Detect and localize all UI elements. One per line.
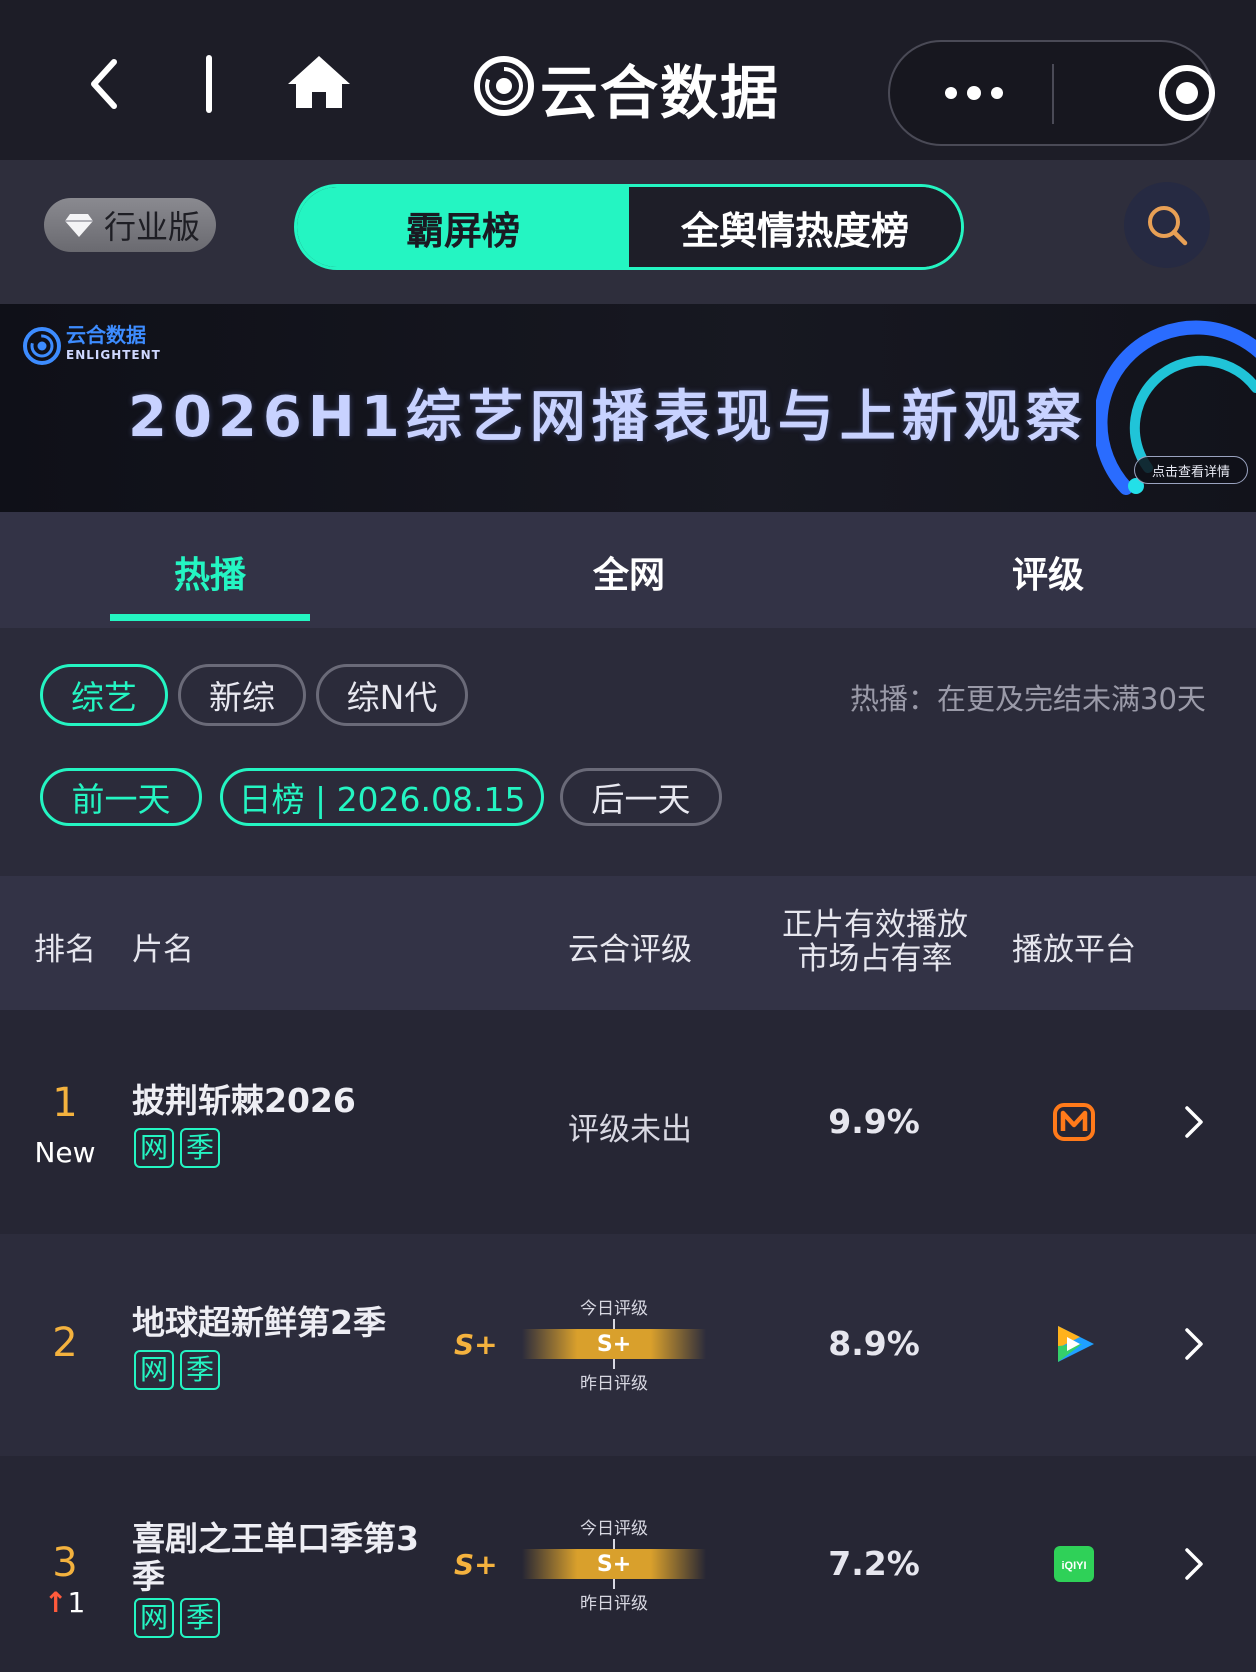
show-title: 喜剧之王单口季第3季 — [132, 1519, 419, 1596]
today-rating-label: 今日评级 — [580, 1519, 648, 1539]
rank-number: 1 — [52, 1080, 78, 1126]
rating-comparison: 今日评级 S+ 昨日评级 — [516, 1294, 712, 1394]
hot-definition-hint: 热播：在更及完结未满30天 — [850, 682, 1206, 716]
show-title: 披荆斩棘2026 — [132, 1081, 356, 1120]
header-name: 片名 — [132, 932, 194, 968]
header-rank: 排名 — [34, 932, 96, 968]
yesterday-rating-label: 昨日评级 — [580, 1374, 648, 1394]
promo-banner[interactable]: 云合数据 ENLIGHTENT 2026H1综艺网播表现与上新观察 点击查看详情 — [0, 304, 1256, 512]
tag-online: 网 — [134, 1128, 174, 1168]
tencent-video-icon — [1058, 1326, 1094, 1362]
tag-season: 季 — [180, 1350, 220, 1390]
more-button[interactable] — [890, 42, 1052, 144]
close-mini-program-button[interactable] — [1054, 42, 1215, 144]
rating-arrow — [613, 1359, 615, 1369]
banner-title: 2026H1综艺网播表现与上新观察 — [128, 385, 1088, 450]
header-rating: 云合评级 — [568, 932, 692, 968]
rating-comparison: 今日评级 S+ 昨日评级 — [516, 1514, 712, 1614]
header-platform: 播放平台 — [1012, 932, 1136, 968]
today-rating-bar: S+ — [522, 1549, 706, 1579]
table-header: 排名 片名 云合评级 正片有效播放 市场占有率 播放平台 — [0, 876, 1256, 1010]
banner-detail-button[interactable]: 点击查看详情 — [1134, 456, 1248, 484]
rank-change: ↑1 — [44, 1586, 85, 1619]
mini-program-capsule — [888, 40, 1215, 146]
tab-hot[interactable]: 热播 — [110, 546, 310, 598]
toolbar: 行业版 霸屏榜 全舆情热度榜 — [0, 160, 1256, 304]
tab-all-network[interactable]: 全网 — [529, 546, 729, 598]
app-logo-icon — [474, 56, 534, 116]
market-share-value: 8.9% — [828, 1324, 920, 1363]
date-picker[interactable]: 日榜 | 2026.08.15 — [220, 768, 544, 826]
main-tabs: 热播 全网 评级 — [0, 512, 1256, 628]
more-icon — [945, 86, 1003, 100]
show-tags: 网 季 — [134, 1350, 220, 1390]
chevron-right-icon[interactable] — [1182, 1326, 1206, 1362]
chevron-right-icon[interactable] — [1182, 1546, 1206, 1582]
banner-brand-en: ENLIGHTENT — [66, 348, 161, 362]
table-row[interactable]: 2 地球超新鲜第2季 网 季 S+ 今日评级 S+ 昨日评级 8.9% — [0, 1234, 1256, 1456]
filter-new-variety[interactable]: 新综 — [178, 664, 306, 726]
rating-arrow — [613, 1579, 615, 1589]
tag-season: 季 — [180, 1598, 220, 1638]
show-tags: 网 季 — [134, 1598, 220, 1638]
svg-text:iQIYI: iQIYI — [1061, 1560, 1086, 1572]
show-title: 地球超新鲜第2季 — [132, 1303, 386, 1342]
prev-day-button[interactable]: 前一天 — [40, 768, 202, 826]
rank-number: 2 — [52, 1320, 78, 1366]
rank-change-value: 1 — [67, 1586, 86, 1619]
diamond-icon — [65, 214, 93, 237]
tab-dominate-board[interactable]: 霸屏榜 — [297, 187, 629, 267]
tab-public-opinion-board[interactable]: 全舆情热度榜 — [629, 187, 961, 267]
rating-side-label: S+ — [454, 1328, 498, 1361]
market-share-value: 7.2% — [828, 1544, 920, 1583]
table-row[interactable]: 1 New 披荆斩棘2026 网 季 评级未出 9.9% — [0, 1010, 1256, 1234]
tab-rating[interactable]: 评级 — [948, 546, 1148, 598]
rating-side-label: S+ — [454, 1548, 498, 1581]
header-share-line2: 市场占有率 — [797, 941, 953, 977]
industry-edition-label: 行业版 — [104, 208, 201, 246]
filter-sequel-variety[interactable]: 综N代 — [316, 664, 468, 726]
today-rating-label: 今日评级 — [580, 1299, 648, 1319]
rank-number: 3 — [52, 1540, 78, 1586]
search-icon — [1148, 206, 1188, 246]
title-bar: 云合数据 — [0, 0, 1256, 160]
rank-up-arrow-icon: ↑ — [44, 1586, 68, 1619]
tag-online: 网 — [134, 1350, 174, 1390]
rating-arrow — [613, 1319, 615, 1329]
iqiyi-icon: iQIYI — [1054, 1546, 1094, 1582]
header-share-line1: 正片有效播放 — [782, 907, 968, 943]
app-title: 云合数据 — [540, 59, 781, 127]
next-day-button[interactable]: 后一天 — [560, 768, 722, 826]
banner-logo-icon — [23, 327, 61, 365]
tag-season: 季 — [180, 1128, 220, 1168]
industry-edition-button[interactable]: 行业版 — [44, 198, 216, 252]
yesterday-rating-label: 昨日评级 — [580, 1594, 648, 1614]
chevron-right-icon[interactable] — [1182, 1104, 1206, 1140]
rank-change: New — [34, 1136, 96, 1169]
active-tab-indicator — [110, 614, 310, 621]
rating-arrow — [613, 1539, 615, 1549]
rating-pending: 评级未出 — [568, 1112, 692, 1148]
banner-brand: 云合数据 — [66, 323, 146, 347]
back-icon[interactable] — [80, 52, 136, 116]
tag-online: 网 — [134, 1598, 174, 1638]
header-market-share: 正片有效播放 市场占有率 — [760, 908, 990, 976]
table-row[interactable]: 3 ↑1 喜剧之王单口季第3季 网 季 S+ 今日评级 S+ 昨日评级 7.2%… — [0, 1456, 1256, 1672]
filter-panel: 综艺 新综 综N代 热播：在更及完结未满30天 前一天 日榜 | 2026.08… — [0, 628, 1256, 876]
today-rating-bar: S+ — [522, 1329, 706, 1359]
filter-variety[interactable]: 综艺 — [40, 664, 168, 726]
market-share-value: 9.9% — [828, 1102, 920, 1141]
mango-tv-icon — [1053, 1103, 1095, 1141]
search-button[interactable] — [1124, 182, 1210, 268]
title-divider — [206, 55, 212, 113]
show-tags: 网 季 — [134, 1128, 220, 1168]
board-switch: 霸屏榜 全舆情热度榜 — [294, 184, 964, 270]
home-icon[interactable] — [284, 52, 354, 112]
target-icon — [1159, 65, 1215, 121]
